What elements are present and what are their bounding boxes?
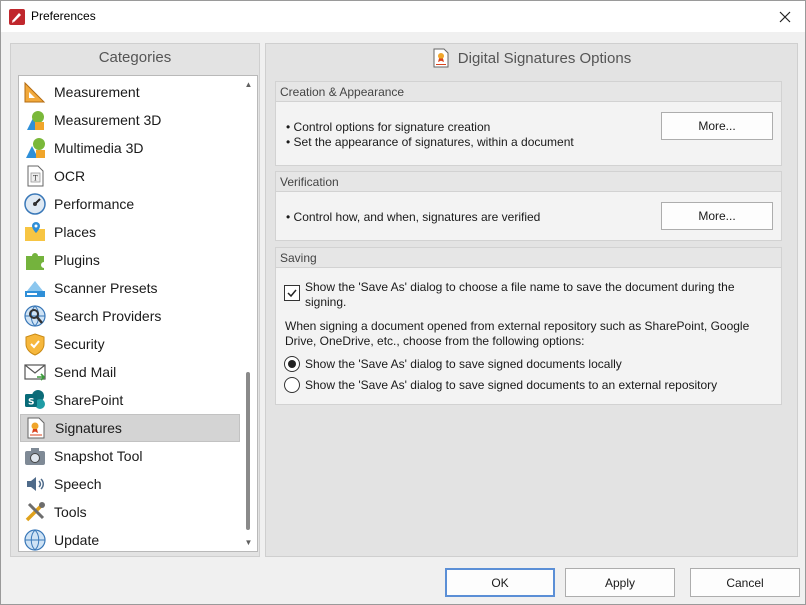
cancel-button[interactable]: Cancel [690, 568, 800, 597]
category-item-measurement-3d[interactable]: Measurement 3D [20, 106, 240, 134]
category-item-multimedia-3d[interactable]: Multimedia 3D [20, 134, 240, 162]
save-external-radio-label[interactable]: Show the 'Save As' dialog to save signed… [305, 377, 717, 393]
verification-bullet-1: • Control how, and when, signatures are … [286, 210, 541, 224]
categories-list[interactable]: Measurement Measurement 3D Multimedia 3D [18, 75, 258, 552]
category-label: Plugins [54, 252, 100, 268]
category-label: Send Mail [54, 364, 117, 380]
category-label: Search Providers [54, 308, 162, 324]
shapes-3d-icon [27, 111, 44, 130]
preferences-dialog: Preferences Categories Measurement Measu… [0, 0, 806, 605]
category-item-ocr[interactable]: T OCR [20, 162, 240, 190]
options-header: Digital Signatures Options [266, 44, 797, 72]
category-item-snapshot-tool[interactable]: Snapshot Tool [20, 442, 240, 470]
category-label: Tools [54, 504, 87, 520]
creation-bullet-1: • Control options for signature creation [286, 120, 491, 134]
verification-more-button[interactable]: More... [661, 202, 773, 230]
signature-document-icon [27, 417, 45, 439]
camera-icon [25, 448, 45, 465]
category-label: Measurement 3D [54, 112, 162, 128]
save-locally-radio[interactable] [284, 356, 300, 372]
group-heading: Verification [276, 172, 781, 192]
close-icon [779, 11, 791, 22]
gauge-icon [24, 193, 46, 215]
category-label: Performance [54, 196, 135, 212]
apply-button[interactable]: Apply [565, 568, 675, 597]
verification-group: Verification • Control how, and when, si… [275, 171, 782, 241]
ruler-triangle-icon [24, 81, 46, 103]
save-as-checkbox-label-line2[interactable]: signing. [305, 294, 346, 310]
sharepoint-icon: S [25, 390, 45, 409]
options-title: Digital Signatures Options [457, 49, 632, 67]
categories-header: Categories [98, 49, 172, 66]
ok-button[interactable]: OK [445, 568, 555, 597]
envelope-icon [24, 364, 46, 381]
scroll-up-arrow-icon[interactable]: ▲ [240, 76, 257, 93]
category-item-plugins[interactable]: Plugins [20, 246, 240, 274]
creation-more-button[interactable]: More... [661, 112, 773, 140]
svg-text:S: S [28, 398, 34, 408]
category-item-places[interactable]: Places [20, 218, 240, 246]
close-button[interactable] [765, 1, 805, 32]
category-item-speech[interactable]: Speech [20, 470, 240, 498]
category-label: Security [54, 336, 105, 352]
save-as-checkbox-label-line1[interactable]: Show the 'Save As' dialog to choose a fi… [305, 279, 735, 295]
group-heading: Saving [276, 248, 781, 268]
category-item-sharepoint[interactable]: S SharePoint [20, 386, 240, 414]
category-item-tools[interactable]: Tools [20, 498, 240, 526]
category-item-send-mail[interactable]: Send Mail [20, 358, 240, 386]
ocr-icon: T [27, 165, 44, 187]
creation-bullet-2: • Set the appearance of signatures, with… [286, 135, 574, 149]
saving-group: Saving Show the 'Save As' dialog to choo… [275, 247, 782, 405]
scanner-icon [25, 281, 45, 297]
external-repo-info-line1: When signing a document opened from exte… [285, 319, 750, 333]
puzzle-icon [26, 253, 44, 270]
window-title: Preferences [31, 9, 96, 23]
radio-selected-dot [288, 360, 296, 368]
creation-appearance-group: Creation & Appearance • Control options … [275, 81, 782, 166]
group-heading: Creation & Appearance [276, 82, 781, 102]
category-label: SharePoint [54, 392, 124, 408]
category-item-search-providers[interactable]: Search Providers [20, 302, 240, 330]
category-label: Signatures [55, 420, 122, 436]
category-item-security[interactable]: Security [20, 330, 240, 358]
save-external-radio[interactable] [284, 377, 300, 393]
external-repo-info-line2: Drive, OneDrive, etc., choose from the f… [285, 334, 585, 348]
save-as-dialog-checkbox[interactable] [284, 285, 300, 301]
category-label: Measurement [54, 84, 140, 100]
app-logo-icon [9, 9, 25, 25]
category-item-measurement[interactable]: Measurement [20, 78, 240, 106]
svg-text:T: T [33, 175, 38, 183]
tools-icon [25, 502, 45, 522]
category-item-signatures[interactable]: Signatures [20, 414, 240, 442]
category-label: OCR [54, 168, 86, 184]
category-item-scanner-presets[interactable]: Scanner Presets [20, 274, 240, 302]
globe-search-icon [24, 305, 46, 327]
save-locally-radio-label[interactable]: Show the 'Save As' dialog to save signed… [305, 356, 622, 372]
category-label: Update [54, 532, 100, 548]
speaker-icon [27, 477, 44, 491]
categories-panel: Categories Measurement Measurement 3D Mu… [10, 43, 260, 557]
signature-document-icon [433, 48, 449, 68]
globe-update-icon [24, 529, 46, 551]
category-label: Speech [54, 476, 102, 492]
checkmark-icon [287, 289, 297, 298]
category-label: Multimedia 3D [54, 140, 144, 156]
folder-pin-icon [25, 222, 45, 241]
title-bar: Preferences [1, 1, 805, 32]
category-item-update[interactable]: Update [20, 526, 240, 551]
category-item-performance[interactable]: Performance [20, 190, 240, 218]
shield-icon [25, 333, 45, 356]
category-label: Snapshot Tool [54, 448, 143, 464]
category-label: Places [54, 224, 97, 240]
options-panel: Digital Signatures Options Creation & Ap… [265, 43, 798, 557]
categories-scrollbar[interactable]: ▲ ▼ [240, 76, 257, 551]
scrollbar-thumb[interactable] [246, 372, 250, 530]
multimedia-3d-icon [26, 138, 45, 158]
scroll-down-arrow-icon[interactable]: ▼ [240, 534, 257, 551]
category-label: Scanner Presets [54, 280, 158, 296]
